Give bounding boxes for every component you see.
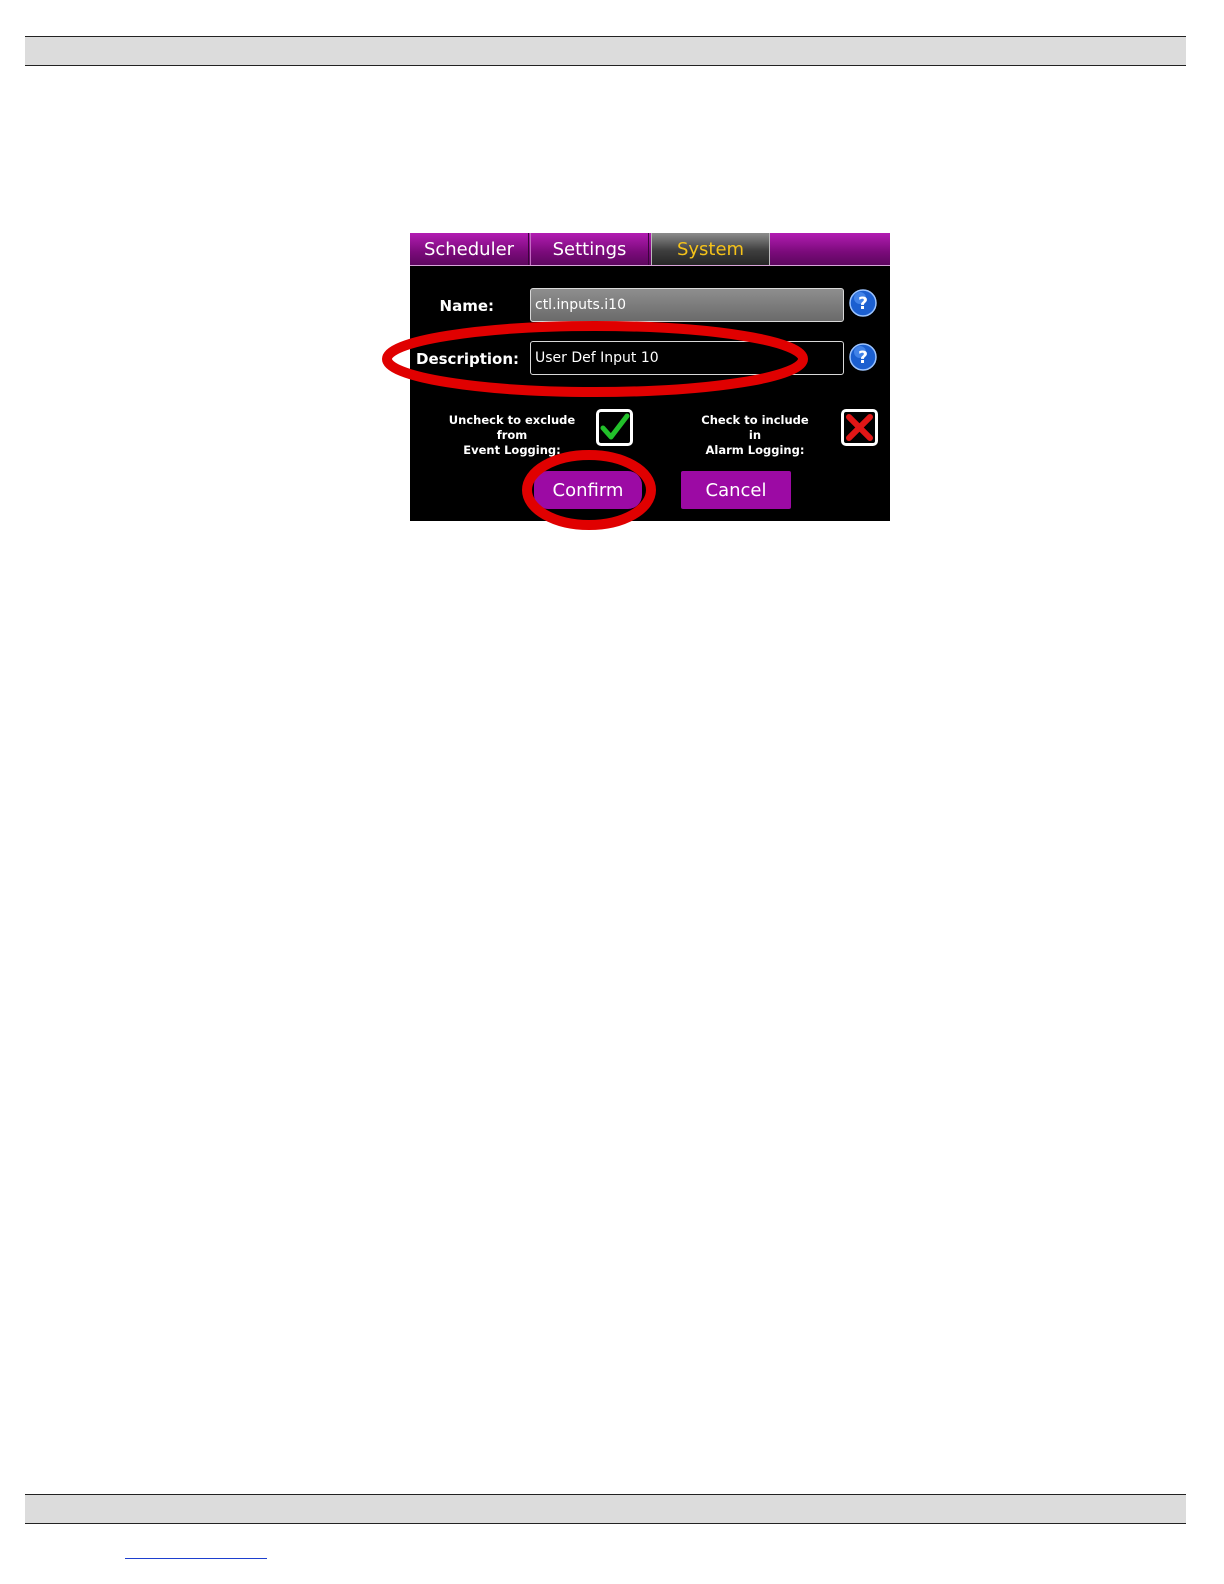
name-field[interactable]: ctl.inputs.i10 (530, 288, 844, 322)
x-icon (846, 414, 873, 441)
svg-text:?: ? (858, 294, 868, 314)
description-label: Description: (416, 350, 520, 368)
tab-scheduler[interactable]: Scheduler (410, 233, 529, 265)
description-value: User Def Input 10 (535, 350, 659, 366)
cancel-button[interactable]: Cancel (681, 471, 791, 509)
tab-bar: Scheduler Settings System (410, 233, 890, 266)
name-value: ctl.inputs.i10 (535, 297, 626, 313)
svg-text:?: ? (858, 348, 868, 368)
event-logging-checkbox[interactable] (596, 409, 633, 446)
help-icon[interactable]: ? (849, 289, 877, 317)
alarm-logging-label-line2: Alarm Logging: (705, 443, 805, 457)
alarm-logging-label: Check to include in Alarm Logging: (694, 413, 816, 458)
name-label: Name: (439, 297, 494, 315)
footer-link-underline[interactable] (125, 1558, 267, 1559)
alarm-logging-label-line1: Check to include in (701, 413, 809, 442)
help-icon[interactable]: ? (849, 343, 877, 371)
event-logging-label: Uncheck to exclude from Event Logging: (436, 413, 588, 458)
tab-system[interactable]: System (651, 233, 770, 265)
checkmark-icon (600, 413, 630, 440)
touch-screen: Scheduler Settings System Name: ctl.inpu… (410, 233, 890, 521)
tab-settings[interactable]: Settings (530, 233, 649, 265)
alarm-logging-checkbox[interactable] (841, 409, 878, 446)
document-footer-bar (25, 1494, 1186, 1524)
event-logging-label-line2: Event Logging: (463, 443, 561, 457)
event-logging-label-line1: Uncheck to exclude from (448, 413, 576, 442)
document-header-bar (25, 36, 1186, 66)
confirm-button[interactable]: Confirm (534, 471, 642, 509)
description-field[interactable]: User Def Input 10 (530, 341, 844, 375)
